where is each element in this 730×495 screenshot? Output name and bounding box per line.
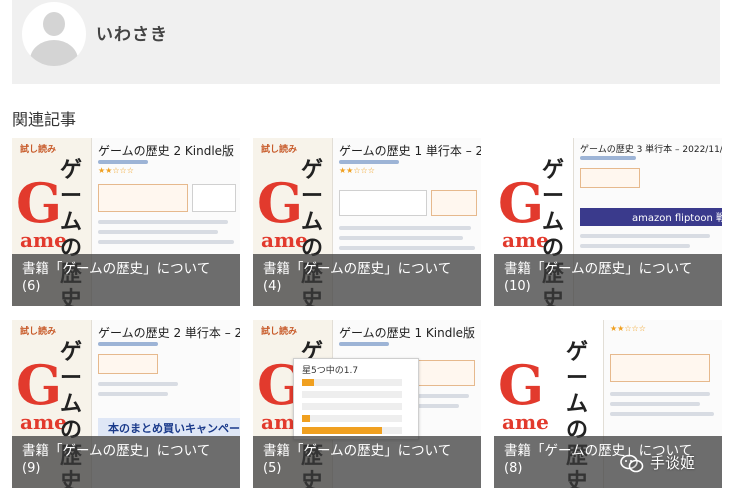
wechat-icon [620, 454, 644, 473]
related-article-card[interactable]: 試し読み G ame ゲームの歴史 ゲームの歴史 1 単行本 – 2022/ ★… [253, 138, 481, 306]
card-title: 書籍「ゲームの歴史」について [504, 261, 693, 277]
card-title: 書籍「ゲームの歴史」について [263, 261, 452, 277]
author-name: いわさき [96, 25, 168, 45]
card-title: 書籍「ゲームの歴史」について [22, 443, 211, 459]
promo-banner: 本のまとめ買いキャンペーン [108, 422, 240, 435]
product-title: ゲームの歴史 2 Kindle版 [98, 144, 235, 158]
card-count: (9) [22, 461, 41, 476]
rating-popover: 星5つ中の1.7 [293, 358, 419, 440]
product-title: ゲームの歴史 3 単行本 – 2022/11/16 [580, 145, 722, 155]
related-articles-heading: 関連記事 [12, 110, 77, 129]
card-count: (5) [263, 461, 282, 476]
promo-banner: amazon fliptoon 戦読みマ [632, 213, 722, 224]
rating-label: 星5つ中の1.7 [302, 366, 359, 376]
product-title: ゲームの歴史 1 単行本 – 2022/ [339, 144, 481, 158]
related-article-card[interactable]: G ame ゲームの歴史 ゲームの歴史 3 単行本 – 2022/11/16 a… [494, 138, 722, 306]
card-caption: 書籍「ゲームの歴史」について (4) [253, 254, 481, 306]
related-article-card[interactable]: 試し読み G ame ゲームの歴史 ゲームの歴史 2 Kindle版 ★★☆☆☆… [12, 138, 240, 306]
product-title: ゲームの歴史 2 単行本 – 2022/5 [98, 326, 240, 340]
related-article-card[interactable]: 試し読み G ame ゲームの歴史 ゲームの歴史 1 Kindle版 星5つ中の… [253, 320, 481, 488]
product-title: ゲームの歴史 1 Kindle版 [339, 326, 476, 340]
card-title: 書籍「ゲームの歴史」について [22, 261, 211, 277]
card-caption: 書籍「ゲームの歴史」について (6) [12, 254, 240, 306]
avatar [22, 2, 86, 66]
watermark: 手谈姬 [620, 452, 726, 476]
card-count: (6) [22, 279, 41, 294]
card-caption: 書籍「ゲームの歴史」について (9) [12, 436, 240, 488]
card-count: (10) [504, 279, 531, 294]
card-title: 書籍「ゲームの歴史」について [263, 443, 452, 459]
watermark-text: 手谈姬 [650, 454, 696, 472]
card-caption: 書籍「ゲームの歴史」について (5) [253, 436, 481, 488]
card-count: (4) [263, 279, 282, 294]
related-article-card[interactable]: 試し読み G ame ゲームの歴史 ゲームの歴史 2 単行本 – 2022/5 … [12, 320, 240, 488]
card-caption: 書籍「ゲームの歴史」について (10) [494, 254, 722, 306]
author-box: いわさき [12, 0, 720, 84]
